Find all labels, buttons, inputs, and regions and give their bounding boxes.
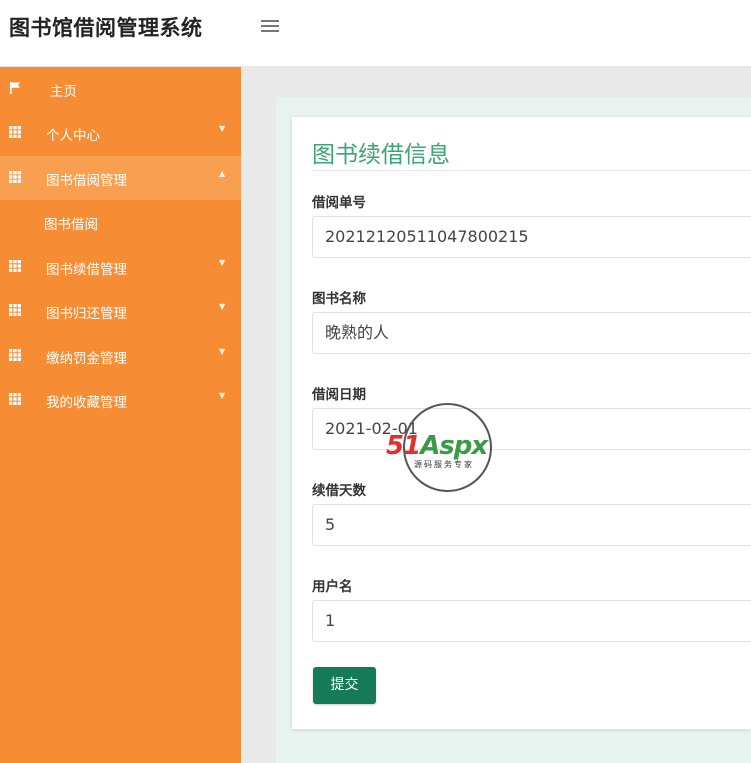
title-divider [312, 170, 751, 171]
book-name-label: 图书名称 [312, 291, 366, 307]
sidebar-item-favorites-management[interactable]: 我的收藏管理 ▼ [0, 378, 241, 422]
sidebar-subitem-label: 图书借阅 [44, 217, 98, 233]
sidebar: 主页 个人中心 ▼ 图书借阅管理 ▲ 图书借阅 图书续借管理 ▼ 图书归还管理 … [0, 67, 241, 763]
sidebar-subitem-borrow[interactable]: 图书借阅 [0, 200, 241, 244]
watermark-brand: 51Aspx [386, 431, 488, 461]
borrow-date-label: 借阅日期 [312, 387, 366, 403]
grid-icon [9, 304, 21, 316]
renew-days-label: 续借天数 [312, 483, 366, 499]
username-label: 用户名 [312, 579, 353, 595]
caret-down-icon: ▼ [219, 347, 226, 356]
caret-down-icon: ▼ [219, 391, 226, 400]
sidebar-item-fine-management[interactable]: 缴纳罚金管理 ▼ [0, 334, 241, 378]
sidebar-item-personal-center[interactable]: 个人中心 ▼ [0, 111, 241, 155]
caret-up-icon: ▲ [219, 169, 226, 178]
sidebar-item-home[interactable]: 主页 [0, 67, 241, 111]
book-name-input[interactable]: 晚熟的人 [312, 312, 751, 354]
submit-button[interactable]: 提交 [313, 667, 376, 704]
caret-down-icon: ▼ [219, 302, 226, 311]
sidebar-item-borrow-management[interactable]: 图书借阅管理 ▲ [0, 156, 241, 200]
renew-form-card: 图书续借信息 借阅单号 20212120511047800215 图书名称 晚熟… [292, 117, 751, 729]
flag-icon [10, 82, 20, 94]
sidebar-item-label: 缴纳罚金管理 [46, 351, 127, 367]
grid-icon [9, 260, 21, 272]
sidebar-item-renew-management[interactable]: 图书续借管理 ▼ [0, 245, 241, 289]
form-title: 图书续借信息 [312, 142, 450, 168]
grid-icon [9, 126, 21, 138]
hamburger-icon[interactable] [260, 17, 280, 35]
top-header: 图书馆借阅管理系统 [0, 0, 751, 67]
borrow-number-input[interactable]: 20212120511047800215 [312, 216, 751, 258]
content-panel: 图书续借信息 借阅单号 20212120511047800215 图书名称 晚熟… [276, 97, 751, 763]
caret-down-icon: ▼ [219, 258, 226, 267]
grid-icon [9, 349, 21, 361]
grid-icon [9, 393, 21, 405]
sidebar-item-label: 图书续借管理 [46, 262, 127, 278]
watermark-tagline: 源码服务专家 [414, 460, 474, 469]
sidebar-item-label: 主页 [50, 84, 77, 100]
watermark-logo: 51Aspx 源码服务专家 [386, 403, 512, 495]
sidebar-item-label: 个人中心 [46, 128, 100, 144]
username-input[interactable]: 1 [312, 600, 751, 642]
borrow-number-label: 借阅单号 [312, 195, 366, 211]
sidebar-item-label: 我的收藏管理 [46, 395, 127, 411]
app-title: 图书馆借阅管理系统 [9, 16, 203, 40]
sidebar-item-label: 图书归还管理 [46, 306, 127, 322]
borrow-date-input[interactable]: 2021-02-01 [312, 408, 751, 450]
sidebar-item-label: 图书借阅管理 [46, 173, 127, 189]
sidebar-item-return-management[interactable]: 图书归还管理 ▼ [0, 289, 241, 333]
renew-days-input[interactable]: 5 [312, 504, 751, 546]
caret-down-icon: ▼ [219, 124, 226, 133]
grid-icon [9, 171, 21, 183]
